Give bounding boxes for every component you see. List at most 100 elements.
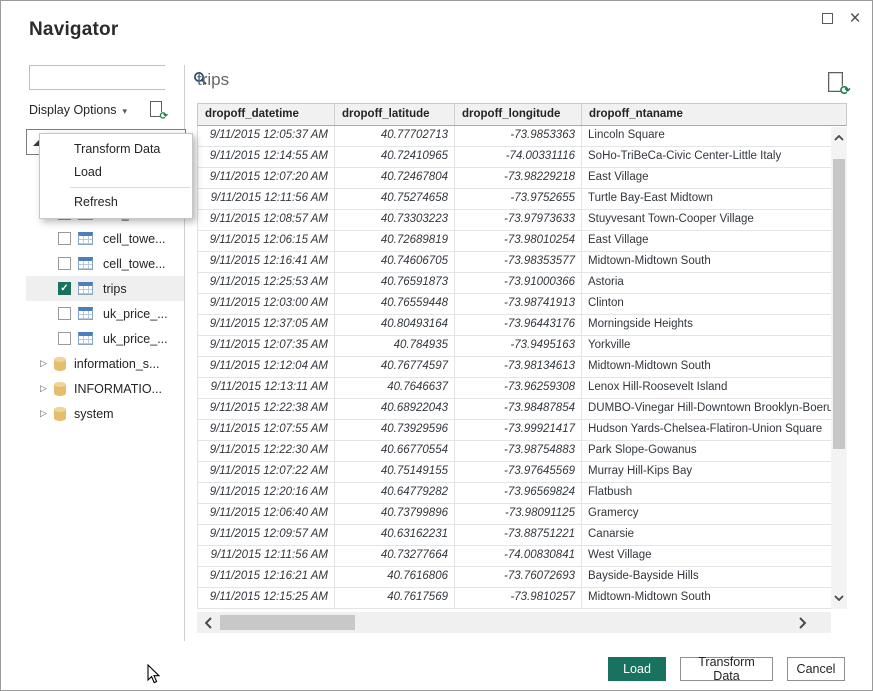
cell-dropoff_latitude: 40.72689819 (335, 231, 455, 251)
search-input[interactable] (30, 66, 193, 89)
scroll-up-icon[interactable] (831, 129, 847, 147)
cell-dropoff_ntaname: Stuyvesant Town-Cooper Village (582, 210, 847, 230)
refresh-document-icon[interactable]: ⟳ (150, 101, 165, 119)
tree-item-uk-price[interactable]: uk_price_... (26, 326, 184, 351)
cell-dropoff_datetime: 9/11/2015 12:07:22 AM (198, 462, 335, 482)
cell-dropoff_latitude: 40.76774597 (335, 357, 455, 377)
close-button[interactable]: × (842, 7, 868, 29)
cell-dropoff_datetime: 9/11/2015 12:13:11 AM (198, 378, 335, 398)
cell-dropoff_latitude: 40.7646637 (335, 378, 455, 398)
menu-item-load[interactable]: Load (40, 161, 192, 184)
cell-dropoff_latitude: 40.7616806 (335, 567, 455, 587)
cell-dropoff_latitude: 40.76591873 (335, 273, 455, 293)
table-row: 9/11/2015 12:03:00 AM40.76559448-73.9874… (198, 294, 847, 315)
grid-header-row: dropoff_datetimedropoff_latitudedropoff_… (197, 103, 847, 126)
cell-dropoff_latitude: 40.75149155 (335, 462, 455, 482)
cell-dropoff_datetime: 9/11/2015 12:08:57 AM (198, 210, 335, 230)
horizontal-scrollbar[interactable] (197, 612, 831, 633)
tree-item-cell-towe[interactable]: cell_towe... (26, 251, 184, 276)
table-row: 9/11/2015 12:20:16 AM40.64779282-73.9656… (198, 483, 847, 504)
table-row: 9/11/2015 12:22:30 AM40.66770554-73.9875… (198, 441, 847, 462)
checkbox-unchecked[interactable] (58, 307, 71, 320)
cell-dropoff_longitude: -73.98091125 (455, 504, 582, 524)
checkbox-unchecked[interactable] (58, 332, 71, 345)
display-options-row: Display Options ▾ ⟳ (29, 101, 165, 119)
cell-dropoff_latitude: 40.76559448 (335, 294, 455, 314)
tree-item-cell-towe[interactable]: cell_towe... (26, 226, 184, 251)
tree-item-label: INFORMATIO... (74, 382, 162, 396)
cell-dropoff_longitude: -73.88751221 (455, 525, 582, 545)
vertical-scroll-thumb[interactable] (833, 159, 845, 449)
search-box[interactable] (29, 65, 165, 90)
table-row: 9/11/2015 12:06:15 AM40.72689819-73.9801… (198, 231, 847, 252)
scroll-right-icon[interactable] (791, 612, 813, 633)
cell-dropoff_longitude: -73.91000366 (455, 273, 582, 293)
tree-item-trips[interactable]: ✓trips (26, 276, 184, 301)
cell-dropoff_datetime: 9/11/2015 12:06:40 AM (198, 504, 335, 524)
cancel-button[interactable]: Cancel (787, 657, 845, 681)
display-options-dropdown[interactable]: Display Options (29, 103, 117, 117)
tree-items: cell_towe...cell_towe...cell_towe...✓tri… (26, 201, 184, 426)
refresh-preview-icon[interactable]: ⟳ (828, 72, 847, 95)
maximize-icon (822, 13, 833, 24)
tree-item-label: uk_price_... (103, 307, 168, 321)
cell-dropoff_datetime: 9/11/2015 12:03:00 AM (198, 294, 335, 314)
cell-dropoff_datetime: 9/11/2015 12:06:15 AM (198, 231, 335, 251)
cell-dropoff_datetime: 9/11/2015 12:16:21 AM (198, 567, 335, 587)
cell-dropoff_datetime: 9/11/2015 12:20:16 AM (198, 483, 335, 503)
menu-item-refresh[interactable]: Refresh (40, 191, 192, 214)
table-row: 9/11/2015 12:13:11 AM40.7646637-73.96259… (198, 378, 847, 399)
table-row: 9/11/2015 12:22:38 AM40.68922043-73.9848… (198, 399, 847, 420)
table-row: 9/11/2015 12:16:41 AM40.74606705-73.9835… (198, 252, 847, 273)
cell-dropoff_longitude: -73.99921417 (455, 420, 582, 440)
tree-item-information-s[interactable]: ▷ information_s... (26, 351, 184, 376)
tree-item-label: cell_towe... (103, 257, 166, 271)
tree-item-label: information_s... (74, 357, 159, 371)
checkbox-unchecked[interactable] (58, 257, 71, 270)
refresh-arrows-icon: ⟳ (840, 86, 850, 99)
refresh-arrows-icon: ⟳ (160, 112, 168, 122)
horizontal-scroll-thumb[interactable] (220, 615, 355, 630)
cell-dropoff_ntaname: Flatbush (582, 483, 847, 503)
close-icon: × (849, 9, 860, 28)
tree-item-informatio[interactable]: ▷ INFORMATIO... (26, 376, 184, 401)
cell-dropoff_ntaname: SoHo-TriBeCa-Civic Center-Little Italy (582, 147, 847, 167)
dialog-title: Navigator (29, 19, 118, 41)
cell-dropoff_ntaname: Murray Hill-Kips Bay (582, 462, 847, 482)
column-header-dropoff_latitude: dropoff_latitude (335, 104, 455, 125)
load-button[interactable]: Load (608, 657, 666, 681)
expand-triangle-icon[interactable]: ▷ (40, 383, 54, 394)
table-row: 9/11/2015 12:05:37 AM40.77702713-73.9853… (198, 126, 847, 147)
cell-dropoff_longitude: -73.96443176 (455, 315, 582, 335)
cell-dropoff_latitude: 40.784935 (335, 336, 455, 356)
transform-data-button[interactable]: Transform Data (680, 657, 773, 681)
expand-triangle-icon[interactable]: ▷ (40, 408, 54, 419)
cell-dropoff_longitude: -73.98010254 (455, 231, 582, 251)
scroll-left-icon[interactable] (197, 612, 219, 633)
cell-dropoff_ntaname: DUMBO-Vinegar Hill-Downtown Brooklyn-Boe… (582, 399, 847, 419)
table-row: 9/11/2015 12:12:04 AM40.76774597-73.9813… (198, 357, 847, 378)
tree-item-uk-price[interactable]: uk_price_... (26, 301, 184, 326)
cell-dropoff_latitude: 40.72467804 (335, 168, 455, 188)
cell-dropoff_longitude: -73.98229218 (455, 168, 582, 188)
checkbox-checked[interactable]: ✓ (58, 282, 71, 295)
menu-item-transform-data[interactable]: Transform Data (40, 138, 192, 161)
expand-triangle-icon[interactable]: ▷ (40, 358, 54, 369)
table-row: 9/11/2015 12:25:53 AM40.76591873-73.9100… (198, 273, 847, 294)
chevron-down-icon[interactable]: ▾ (123, 106, 128, 117)
vertical-scrollbar[interactable] (831, 127, 847, 609)
scroll-down-icon[interactable] (831, 589, 847, 607)
cell-dropoff_datetime: 9/11/2015 12:07:20 AM (198, 168, 335, 188)
cell-dropoff_ntaname: Turtle Bay-East Midtown (582, 189, 847, 209)
table-row: 9/11/2015 12:07:35 AM40.784935-73.949516… (198, 336, 847, 357)
cell-dropoff_datetime: 9/11/2015 12:25:53 AM (198, 273, 335, 293)
checkbox-unchecked[interactable] (58, 232, 71, 245)
context-menu: Transform Data Load Refresh (39, 133, 193, 219)
table-row: 9/11/2015 12:14:55 AM40.72410965-74.0033… (198, 147, 847, 168)
column-header-dropoff_longitude: dropoff_longitude (455, 104, 582, 125)
tree-item-system[interactable]: ▷system (26, 401, 184, 426)
maximize-button[interactable] (814, 7, 840, 29)
cell-dropoff_datetime: 9/11/2015 12:16:41 AM (198, 252, 335, 272)
table-row: 9/11/2015 12:15:25 AM40.7617569-73.98102… (198, 588, 847, 609)
cell-dropoff_ntaname: East Village (582, 168, 847, 188)
